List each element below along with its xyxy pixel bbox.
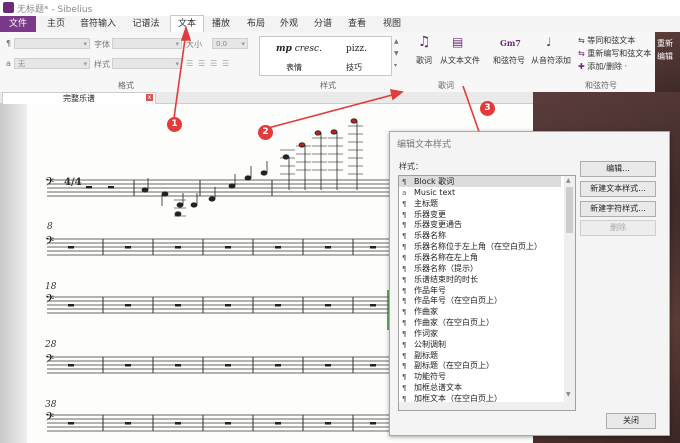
expression-dynamic: mp: [276, 44, 292, 54]
style-name: 作曲家（在空白页上）: [414, 318, 494, 328]
bar-number-18: 18: [45, 282, 57, 292]
staff-system-5: [47, 414, 390, 432]
expression-caption: 表情: [286, 63, 302, 72]
style-list-item[interactable]: ¶ 公制调制: [399, 339, 561, 350]
bass-clef-icon: 𝄢: [45, 176, 55, 192]
edit-text-styles-dialog: 编辑文本样式 样式： ¶ Block 歌词 a Music text ¶ 主标题 ¶ 乐器变更…: [389, 131, 670, 436]
style-list-item[interactable]: ¶ 作曲家: [399, 306, 561, 317]
staff-system-2: [47, 238, 390, 256]
style-list-item[interactable]: ¶ Block 歌词: [399, 176, 561, 187]
bar-number-38: 38: [45, 400, 57, 410]
style-name: 加框总谱文本: [414, 383, 462, 393]
staff-system-1: [47, 179, 390, 197]
new-text-style-button[interactable]: 新建文本样式...: [580, 181, 656, 197]
notes-system-1: [141, 118, 358, 217]
style-list-item[interactable]: ¶ 作品年号: [399, 285, 561, 296]
style-name: 作曲家: [414, 307, 438, 317]
technique-style-sample[interactable]: pizz.: [346, 44, 367, 54]
bass-clef-icon-4: 𝄢: [45, 353, 55, 369]
style-list-item[interactable]: ¶ 副标题: [399, 350, 561, 361]
style-name: 乐器变更: [414, 209, 446, 219]
style-list-item[interactable]: ¶ 乐器变更: [399, 209, 561, 220]
style-name: 乐器变更通告: [414, 220, 462, 230]
style-name: 乐器名称（提示）: [414, 263, 478, 273]
style-name: 功能符号: [414, 372, 446, 382]
close-button[interactable]: 关闭: [606, 413, 656, 429]
staff-system-4: [47, 356, 390, 374]
style-name: 作词家: [414, 328, 438, 338]
style-name: 作品年号: [414, 285, 446, 295]
bass-clef-icon-5: 𝄢: [45, 411, 55, 427]
style-list-item[interactable]: ¶ 乐器名称位于左上角（在空白页上）: [399, 241, 561, 252]
scroll-down-icon[interactable]: ▼: [566, 391, 571, 398]
style-list-item[interactable]: ¶ 乐器变更通告: [399, 219, 561, 230]
style-list-item[interactable]: ¶ 功能符号: [399, 371, 561, 382]
technique-caption: 技巧: [346, 63, 362, 72]
style-name: 副标题（在空白页上）: [414, 361, 494, 371]
delete-button[interactable]: 删除: [580, 220, 656, 236]
style-list-item[interactable]: ¶ 加框总谱文本: [399, 382, 561, 393]
style-list-item[interactable]: ¶ 作品年号（在空白页上）: [399, 295, 561, 306]
expression-style-sample[interactable]: mp cresc.: [276, 44, 322, 54]
style-list-item[interactable]: ¶ 乐器名称（提示）: [399, 263, 561, 274]
dialog-title: 编辑文本样式: [397, 140, 452, 150]
annotation-badge-3: 3: [480, 101, 495, 116]
style-list-item[interactable]: ¶ 乐器名称: [399, 230, 561, 241]
style-name: 乐器名称位于左上角（在空白页上）: [414, 242, 542, 252]
styles-list[interactable]: ¶ Block 歌词 a Music text ¶ 主标题 ¶ 乐器变更 ¶ 乐器变更通告 ¶ 乐器名…: [398, 175, 576, 411]
ledger-lines: [174, 125, 363, 217]
bass-clef-icon-3: 𝄢: [45, 293, 55, 309]
style-list-item[interactable]: ¶ 主标题: [399, 198, 561, 209]
style-name: 作品年号（在空白页上）: [414, 296, 502, 306]
expression-text: cresc.: [291, 44, 322, 54]
style-list-item[interactable]: a Music text: [399, 187, 561, 198]
style-name: 副标题: [414, 350, 438, 360]
list-scrollbar[interactable]: ▲ ▼: [564, 176, 575, 410]
style-name: 主标题: [414, 198, 438, 208]
style-name: 乐器名称在左上角: [414, 252, 478, 262]
styles-list-label: 样式：: [399, 162, 423, 171]
style-list-item[interactable]: ¶ 作词家: [399, 328, 561, 339]
style-list-item[interactable]: ¶ 副标题（在空白页上）: [399, 360, 561, 371]
scroll-up-icon[interactable]: ▲: [566, 177, 571, 184]
scrollbar-thumb[interactable]: [566, 187, 573, 233]
style-name: 乐器名称: [414, 231, 446, 241]
staff-system-3: [47, 296, 390, 314]
bar-number-28: 28: [45, 340, 57, 350]
text-style-gallery[interactable]: mp cresc. pizz. 表情 技巧: [259, 36, 392, 76]
bass-clef-icon-2: 𝄢: [45, 235, 55, 251]
edit-button[interactable]: 编辑...: [580, 161, 656, 177]
time-signature: 4/4: [64, 177, 82, 188]
style-list-item[interactable]: ¶ 乐谱结束时的时长: [399, 274, 561, 285]
annotation-badge-1: 1: [167, 117, 182, 132]
annotation-badge-2: 2: [258, 125, 273, 140]
style-name: 公制调制: [414, 339, 446, 349]
style-list-item[interactable]: ¶ 作曲家（在空白页上）: [399, 317, 561, 328]
style-list-item[interactable]: ¶ 乐器名称在左上角: [399, 252, 561, 263]
bar-number-8: 8: [47, 222, 53, 232]
horizontal-scrollbar[interactable]: [399, 402, 575, 410]
style-name: Block 歌词: [414, 177, 455, 186]
style-name: 乐谱结束时的时长: [414, 274, 478, 284]
style-name: Music text: [414, 187, 456, 197]
new-character-style-button[interactable]: 新建字符样式...: [580, 201, 656, 217]
